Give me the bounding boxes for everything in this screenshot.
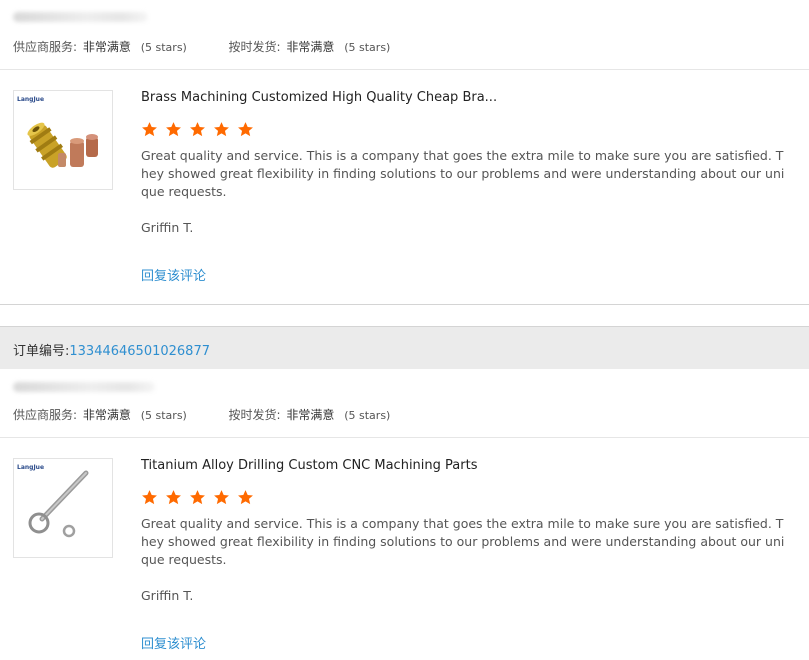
- brass-parts-image: [27, 122, 98, 168]
- star-icon: [214, 490, 230, 505]
- ontime-delivery-label: 按时发货:: [228, 408, 281, 422]
- blurred-buyer-name: [13, 382, 155, 392]
- reply-review-link[interactable]: 回复该评论: [141, 265, 206, 284]
- star-icon: [214, 122, 230, 137]
- star-rating: [141, 121, 256, 139]
- star-icon: [142, 122, 157, 137]
- star-icon: [190, 490, 206, 505]
- star-icon: [190, 122, 206, 137]
- reviewer-name: Griffin T.: [141, 220, 194, 235]
- supplier-service-label: 供应商服务:: [13, 408, 78, 422]
- star-icon: [166, 490, 182, 505]
- divider: [0, 304, 809, 305]
- star-icon: [238, 122, 254, 137]
- review-text: Great quality and service. This is a com…: [141, 516, 785, 567]
- divider: [0, 69, 809, 70]
- ontime-delivery-label: 按时发货:: [228, 40, 281, 54]
- product-title[interactable]: Brass Machining Customized High Quality …: [141, 90, 497, 105]
- blurred-buyer-name: [13, 12, 148, 22]
- star-icon: [166, 122, 182, 137]
- divider: [0, 437, 809, 438]
- ontime-delivery-value: 非常满意: [286, 408, 335, 422]
- titanium-part-image: [28, 470, 89, 538]
- supplier-service-stars: (5 stars): [140, 409, 187, 422]
- product-title[interactable]: Titanium Alloy Drilling Custom CNC Machi…: [141, 458, 477, 473]
- ontime-delivery-value: 非常满意: [286, 40, 335, 54]
- star-icon: [238, 490, 254, 505]
- reviews-page: 供应商服务: 非常满意 (5 stars) 按时发货: 非常满意 (5 star…: [0, 0, 809, 660]
- reply-review-link[interactable]: 回复该评论: [141, 633, 206, 652]
- ratings-row: 供应商服务: 非常满意 (5 stars) 按时发货: 非常满意 (5 star…: [13, 406, 390, 423]
- supplier-service-value: 非常满意: [82, 40, 131, 54]
- supplier-service-stars: (5 stars): [140, 41, 187, 54]
- product-thumbnail[interactable]: LangJue: [13, 90, 113, 190]
- product-thumbnail[interactable]: LangJue: [13, 458, 113, 558]
- order-number-label: 订单编号:: [13, 344, 70, 359]
- order-number-bar: 订单编号:13344646501026877: [0, 326, 809, 369]
- review-text: Great quality and service. This is a com…: [141, 148, 785, 199]
- ontime-delivery-stars: (5 stars): [344, 41, 391, 54]
- supplier-service-label: 供应商服务:: [13, 40, 78, 54]
- reviewer-name: Griffin T.: [141, 588, 194, 603]
- ontime-delivery-stars: (5 stars): [344, 409, 391, 422]
- ratings-row: 供应商服务: 非常满意 (5 stars) 按时发货: 非常满意 (5 star…: [13, 38, 390, 55]
- supplier-service-value: 非常满意: [82, 408, 131, 422]
- star-rating: [141, 489, 256, 507]
- order-number-link[interactable]: 13344646501026877: [69, 344, 210, 359]
- star-icon: [142, 490, 157, 505]
